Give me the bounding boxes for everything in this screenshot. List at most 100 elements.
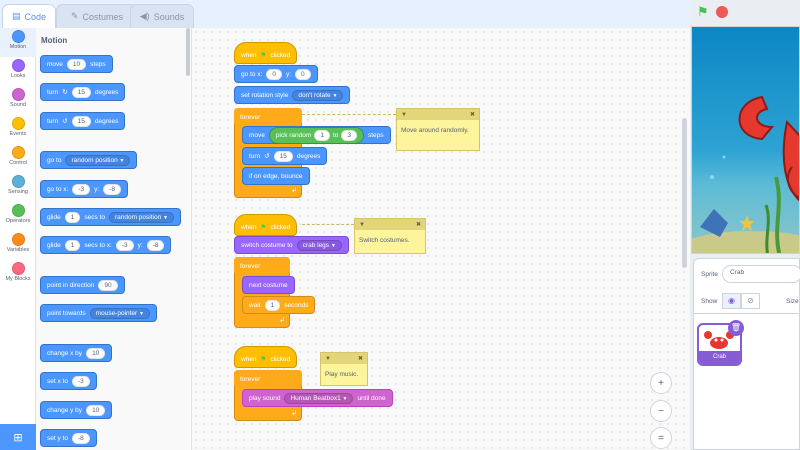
loop-arrow-icon: ↲ xyxy=(279,317,285,324)
bounce-block[interactable]: if on edge, bounce xyxy=(242,167,310,185)
block-move-steps[interactable]: move 10 steps xyxy=(40,55,113,73)
close-icon[interactable]: ✖ xyxy=(358,355,363,362)
tab-costumes[interactable]: ✎ Costumes xyxy=(56,4,138,28)
switch-costume-block[interactable]: switch costume to crab legs ▼ xyxy=(234,236,349,254)
when-flag-clicked-2[interactable]: when ⚑ clicked xyxy=(234,214,298,236)
block-set-x[interactable]: set x to -3 xyxy=(40,372,97,390)
operators-dot-icon xyxy=(11,204,25,217)
eye-icon: ◉ xyxy=(728,296,735,305)
block-change-y[interactable]: change y by 10 xyxy=(40,401,113,419)
zoom-in-icon: + xyxy=(658,377,664,389)
category-variables[interactable]: Variables xyxy=(0,231,36,260)
wait-block[interactable]: wait 1 seconds xyxy=(242,296,316,314)
tab-code[interactable]: ▤ Code xyxy=(2,4,56,28)
seaweed xyxy=(764,204,770,253)
block-point-in-direction[interactable]: point in direction 90 xyxy=(40,276,125,294)
comment-link xyxy=(302,224,354,225)
category-my-blocks[interactable]: My Blocks xyxy=(0,260,36,289)
palette-scrollbar[interactable] xyxy=(186,28,190,76)
go-to-xy-block[interactable]: go to x: 0 y: 0 xyxy=(234,65,318,83)
comment-note-3[interactable]: ▼ ✖ Play music. xyxy=(320,352,368,386)
script-area[interactable]: when ⚑ clicked go to x: 0 y: 0 set rotation s… xyxy=(192,28,690,450)
sprite-label: Sprite xyxy=(701,271,718,278)
pick-random-block[interactable]: pick random 1 to 3 xyxy=(268,126,364,144)
green-flag-icon: ⚑ xyxy=(260,356,267,363)
dropdown-arrow-icon: ▼ xyxy=(139,310,144,317)
close-icon[interactable]: ✖ xyxy=(470,111,475,118)
block-go-to[interactable]: go to random position ▼ xyxy=(40,151,138,169)
zoom-reset-button[interactable]: = xyxy=(650,427,672,449)
control-dot-icon xyxy=(11,146,25,159)
brush-icon: ✎ xyxy=(70,11,79,21)
green-flag-icon: ⚑ xyxy=(697,4,709,19)
next-costume-block[interactable]: next costume xyxy=(242,276,295,294)
category-sound[interactable]: Sound xyxy=(0,86,36,115)
stage-canvas[interactable] xyxy=(691,26,800,254)
sensing-dot-icon xyxy=(11,175,25,188)
editor-tab-bar: ▤ Code ✎ Costumes ◀) Sounds xyxy=(0,0,690,28)
crab-claw xyxy=(738,95,775,141)
block-palette: Motion move 10 steps turn ↻ 15 degrees turn ↺ 1… xyxy=(36,28,192,450)
comment-note-2[interactable]: ▼ ✖ Switch costumes. xyxy=(354,218,426,254)
collapse-icon[interactable]: ▼ xyxy=(401,112,407,118)
zoom-out-button[interactable]: − xyxy=(650,400,672,422)
green-flag-icon: ⚑ xyxy=(260,52,267,59)
block-turn-right[interactable]: turn ↻ 15 degrees xyxy=(40,83,126,101)
variables-dot-icon xyxy=(11,233,25,246)
zoom-out-icon: − xyxy=(658,405,664,417)
category-sensing[interactable]: Sensing xyxy=(0,173,36,202)
rotate-left-icon: ↺ xyxy=(264,153,270,160)
my-blocks-dot-icon xyxy=(11,262,25,275)
workspace-scrollbar[interactable] xyxy=(682,118,687,268)
category-operators[interactable]: Operators xyxy=(0,202,36,231)
motion-dot-icon xyxy=(11,30,25,43)
block-turn-left[interactable]: turn ↺ 15 degrees xyxy=(40,112,126,130)
forever-end-1: ↲ xyxy=(234,186,302,198)
starfish xyxy=(739,215,755,231)
palette-title: Motion xyxy=(41,36,68,45)
collapse-icon[interactable]: ▼ xyxy=(325,356,331,362)
eye-slash-icon: ⊘ xyxy=(747,296,754,305)
forever-label-2: forever xyxy=(234,257,290,275)
seaweed xyxy=(774,176,782,253)
dropdown-arrow-icon: ▼ xyxy=(330,242,336,249)
block-glide-to[interactable]: glide 1 secs to random position ▼ xyxy=(40,208,181,226)
close-icon[interactable]: ✖ xyxy=(416,221,421,228)
extension-icon: ⊞ xyxy=(13,431,23,444)
category-looks[interactable]: Looks xyxy=(0,57,36,86)
dropdown-arrow-icon: ▼ xyxy=(163,214,168,221)
turn-block[interactable]: turn ↺ 15 degrees xyxy=(242,147,328,165)
when-flag-clicked-3[interactable]: when ⚑ clicked xyxy=(234,346,298,368)
forever-label-1: forever xyxy=(234,108,302,126)
tab-sounds[interactable]: ◀) Sounds xyxy=(130,4,194,28)
category-events[interactable]: Events xyxy=(0,115,36,144)
block-go-to-xy[interactable]: go to x: -3 y: -8 xyxy=(40,180,128,198)
collapse-icon[interactable]: ▼ xyxy=(359,222,365,228)
block-change-x[interactable]: change x by 10 xyxy=(40,344,113,362)
show-sprite-button[interactable]: ◉ xyxy=(722,293,741,309)
bubble xyxy=(710,175,714,179)
when-flag-clicked-1[interactable]: when ⚑ clicked xyxy=(234,42,298,64)
comment-note-1[interactable]: ▼ ✖ Move around randomly. xyxy=(396,108,480,151)
rotate-left-icon: ↺ xyxy=(62,118,68,125)
underwater-scene xyxy=(692,95,799,253)
green-flag-button[interactable]: ⚑ xyxy=(697,5,711,19)
rotate-right-icon: ↻ xyxy=(62,89,68,96)
delete-sprite-button[interactable]: 🗑 xyxy=(728,320,744,336)
play-sound-until-done-block[interactable]: play sound Human Beatbox1 ▼ until done xyxy=(242,389,393,407)
bubble xyxy=(722,155,726,159)
category-motion[interactable]: Motion xyxy=(0,28,36,57)
block-glide-xy[interactable]: glide 1 secs to x: -3 y: -8 xyxy=(40,236,172,254)
stop-button[interactable] xyxy=(716,6,728,18)
zoom-in-button[interactable]: + xyxy=(650,372,672,394)
add-extension-button[interactable]: ⊞ xyxy=(0,424,36,450)
set-rotation-style-block[interactable]: set rotation style don't rotate ▼ xyxy=(234,86,351,104)
forever-end-2: ↲ xyxy=(234,316,290,328)
block-set-y[interactable]: set y to -8 xyxy=(40,429,97,447)
move-random-block[interactable]: move pick random 1 to 3 steps xyxy=(242,126,391,144)
hide-sprite-button[interactable]: ⊘ xyxy=(741,293,760,309)
sprite-name-input[interactable]: Crab xyxy=(722,265,800,283)
block-point-towards[interactable]: point towards mouse-pointer ▼ xyxy=(40,304,157,322)
category-control[interactable]: Control xyxy=(0,144,36,173)
sound-dot-icon xyxy=(11,88,25,101)
